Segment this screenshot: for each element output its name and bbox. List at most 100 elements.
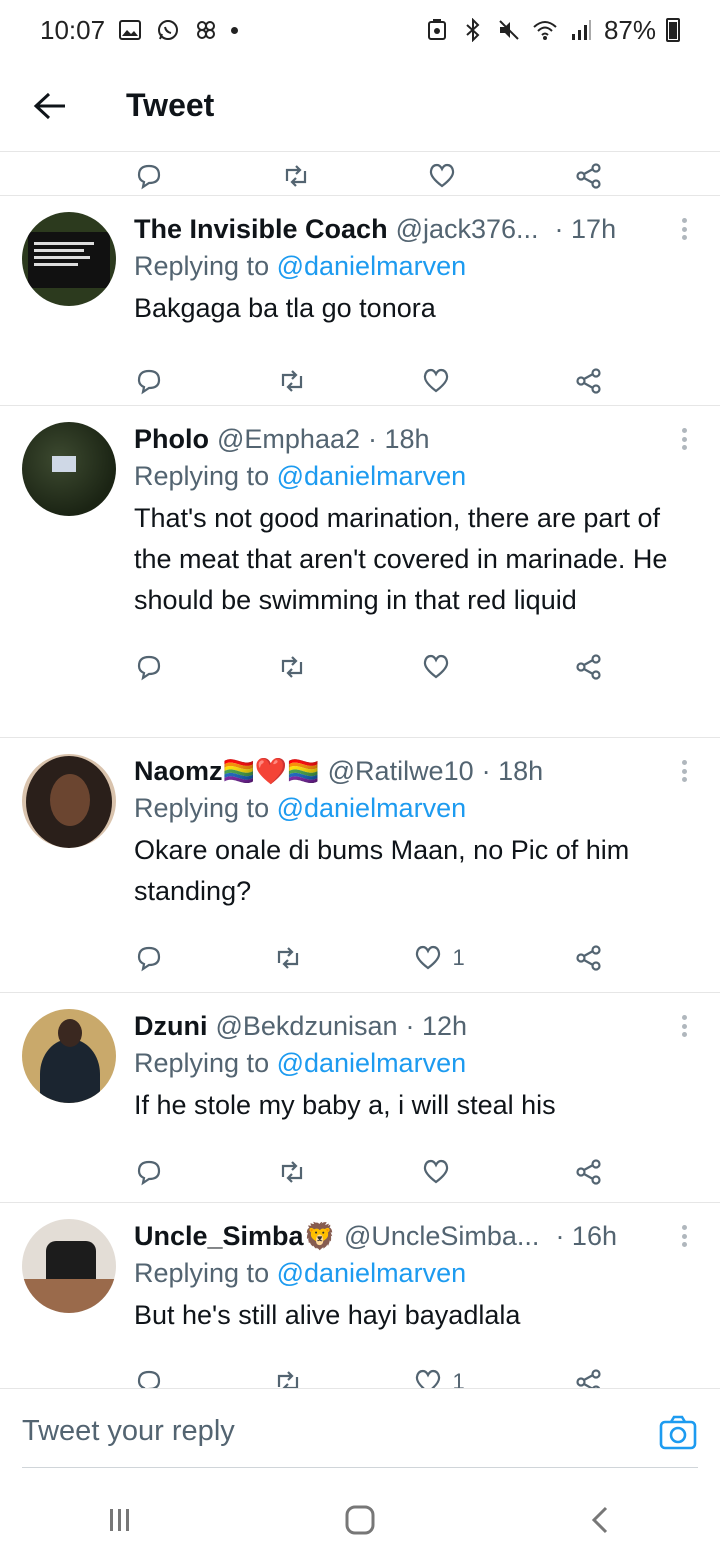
share-button[interactable]	[574, 366, 604, 396]
display-name[interactable]: Uncle_Simba	[134, 1219, 304, 1253]
bluetooth-icon	[460, 17, 486, 43]
heart-icon	[423, 1159, 448, 1184]
wifi-icon	[532, 17, 558, 43]
mention-link[interactable]: @danielmarven	[277, 1258, 467, 1288]
user-handle[interactable]: @Bekdzunisan	[216, 1009, 398, 1043]
share-button[interactable]	[574, 1367, 604, 1388]
avatar[interactable]	[22, 422, 116, 516]
composer-divider	[22, 1467, 698, 1468]
heart-icon	[415, 1369, 440, 1388]
user-handle[interactable]: @Ratilwe10	[328, 754, 474, 788]
tweet-item[interactable]: The Invisible Coach @jack376... · 17h Re…	[0, 196, 720, 406]
more-options-button[interactable]	[674, 214, 694, 244]
reply-button[interactable]	[134, 161, 164, 191]
name-emoji: 🦁	[303, 1221, 336, 1251]
more-vertical-icon	[681, 428, 687, 433]
replying-to: Replying to @danielmarven	[134, 1253, 684, 1293]
avatar[interactable]	[22, 212, 116, 306]
more-options-button[interactable]	[674, 1221, 694, 1251]
system-nav-bar	[0, 1480, 720, 1560]
retweet-button[interactable]	[277, 1157, 307, 1187]
reply-input[interactable]: Tweet your reply	[22, 1415, 235, 1448]
more-vertical-icon	[681, 1225, 687, 1230]
replying-prefix: Replying to	[134, 251, 277, 281]
status-right: 87%	[424, 15, 680, 46]
display-name[interactable]: The Invisible Coach	[134, 212, 388, 246]
share-button[interactable]	[574, 652, 604, 682]
replying-to: Replying to @danielmarven	[134, 246, 684, 286]
share-button[interactable]	[574, 1157, 604, 1187]
timestamp: · 18h	[368, 424, 430, 454]
signal-icon	[568, 17, 594, 43]
tweet-body: Pholo @Emphaa2 · 18h Replying to @daniel…	[134, 422, 698, 737]
name-emoji: 🏳️‍🌈❤️🏳️‍🌈	[222, 756, 320, 786]
tweet-item[interactable]: Uncle_Simba 🦁 @UncleSimba... · 16h Reply…	[0, 1203, 720, 1388]
more-options-button[interactable]	[674, 1011, 694, 1041]
home-icon	[345, 1505, 375, 1535]
back-button[interactable]	[0, 60, 100, 152]
avatar[interactable]	[22, 754, 116, 848]
page-title: Tweet	[126, 87, 215, 123]
system-back-button[interactable]	[570, 1490, 630, 1550]
mention-link[interactable]: @danielmarven	[277, 793, 467, 823]
replying-prefix: Replying to	[134, 461, 277, 491]
recent-apps-button[interactable]	[90, 1490, 150, 1550]
heart-icon	[423, 368, 448, 393]
notification-dot-icon	[231, 26, 239, 34]
retweet-button[interactable]	[277, 366, 307, 396]
user-handle[interactable]: @UncleSimba...	[344, 1219, 539, 1253]
tweet-item[interactable]: Naomz 🏳️‍🌈❤️🏳️‍🌈 @Ratilwe10 · 18h Replyi…	[0, 738, 720, 993]
camera-button[interactable]	[658, 1413, 698, 1453]
retweet-button[interactable]	[281, 161, 311, 191]
share-button[interactable]	[574, 161, 604, 191]
like-button[interactable]: 1	[413, 943, 465, 973]
home-button[interactable]	[330, 1490, 390, 1550]
tweet-item[interactable]: Pholo @Emphaa2 · 18h Replying to @daniel…	[0, 406, 720, 738]
tweet-body: Dzuni @Bekdzunisan · 12h Replying to @da…	[134, 1009, 698, 1202]
timestamp: · 12h	[405, 1011, 468, 1041]
mention-link[interactable]: @danielmarven	[277, 251, 467, 281]
tweet-item[interactable]: Dzuni @Bekdzunisan · 12h Replying to @da…	[0, 993, 720, 1203]
like-button[interactable]: 1	[413, 1367, 465, 1388]
display-name[interactable]: Dzuni	[134, 1009, 208, 1043]
user-handle[interactable]: @Emphaa2	[217, 422, 360, 456]
more-options-button[interactable]	[674, 756, 694, 786]
share-icon	[576, 368, 601, 394]
share-icon	[576, 1369, 601, 1388]
user-handle[interactable]: @jack376...	[396, 212, 539, 246]
like-button[interactable]	[427, 161, 457, 191]
action-bar	[134, 152, 604, 195]
reply-button[interactable]	[134, 652, 164, 682]
reply-button[interactable]	[134, 1367, 164, 1388]
more-vertical-icon	[681, 760, 687, 765]
retweet-button[interactable]	[273, 1367, 303, 1388]
heart-icon	[415, 945, 440, 970]
chevron-left-icon	[591, 1506, 608, 1534]
retweet-icon	[282, 1161, 303, 1183]
retweet-icon	[285, 165, 306, 187]
like-button[interactable]	[421, 652, 461, 682]
mention-link[interactable]: @danielmarven	[277, 461, 467, 491]
display-name[interactable]: Pholo	[134, 422, 209, 456]
avatar-face	[50, 774, 90, 826]
like-button[interactable]	[421, 366, 461, 396]
like-count: 1	[452, 1369, 465, 1388]
display-name[interactable]: Naomz	[134, 754, 223, 788]
gallery-icon	[117, 17, 143, 43]
like-button[interactable]	[421, 1157, 461, 1187]
more-options-button[interactable]	[674, 424, 694, 454]
retweet-button[interactable]	[277, 652, 307, 682]
battery-icon	[666, 18, 680, 42]
avatar[interactable]	[22, 1219, 116, 1313]
share-button[interactable]	[574, 943, 604, 973]
reply-feed: The Invisible Coach @jack376... · 17h Re…	[0, 196, 720, 1388]
share-icon	[576, 163, 601, 189]
mention-link[interactable]: @danielmarven	[277, 1048, 467, 1078]
reply-button[interactable]	[134, 366, 164, 396]
avatar-person	[40, 1039, 100, 1103]
avatar[interactable]	[22, 1009, 116, 1103]
retweet-button[interactable]	[273, 943, 303, 973]
reply-button[interactable]	[134, 943, 164, 973]
reply-button[interactable]	[134, 1157, 164, 1187]
tweet-text: Okare onale di bums Maan, no Pic of him …	[134, 835, 630, 906]
